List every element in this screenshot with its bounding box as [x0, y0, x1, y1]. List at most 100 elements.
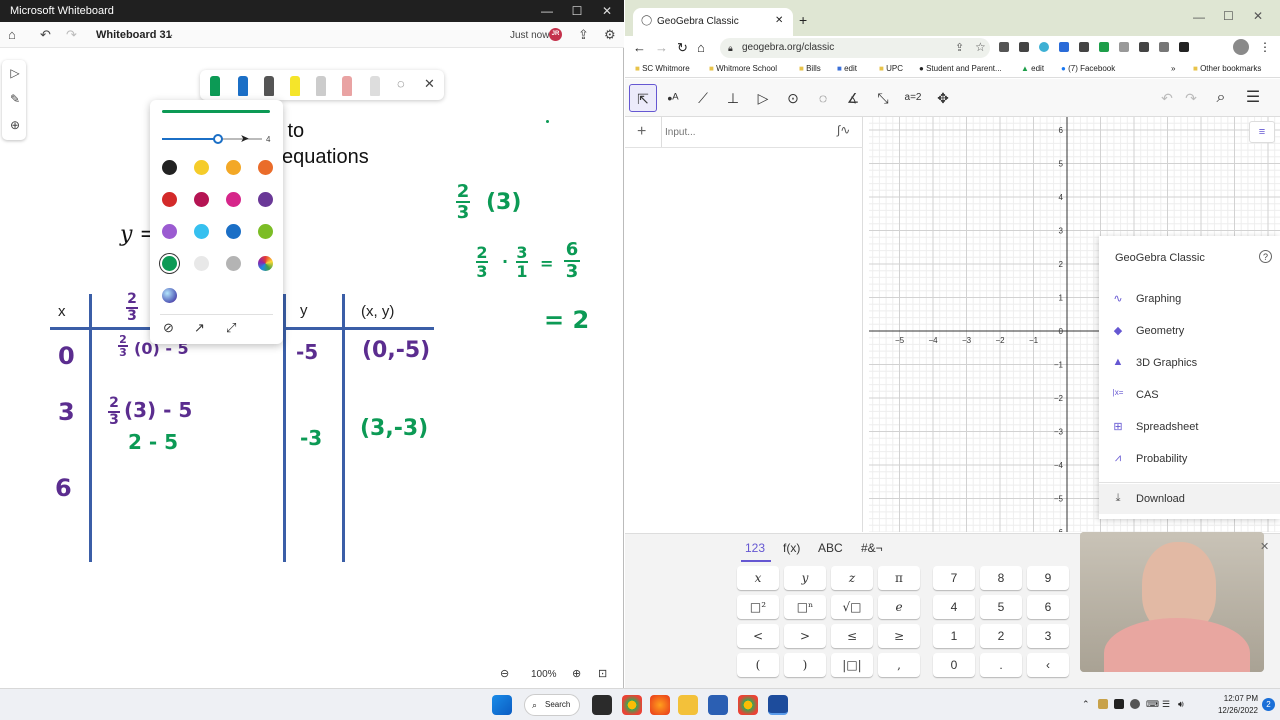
keyboard-icon[interactable]: ⌨ [1146, 699, 1159, 710]
bookmark-whitmore-school[interactable]: ■ Whitmore School [709, 64, 777, 73]
menu-item-probability[interactable]: ⩘ Probability [1099, 444, 1280, 474]
tray-icon[interactable]: ⌃ [1082, 699, 1090, 710]
key[interactable]: π [878, 566, 920, 590]
color-swatch[interactable] [258, 224, 273, 239]
keyboard-tab-fx[interactable]: f(x) [783, 541, 800, 555]
forward-icon[interactable]: → [655, 40, 668, 55]
redo-icon[interactable]: ↷ [66, 27, 77, 43]
color-swatch[interactable] [162, 288, 177, 303]
bookmark-student-parent[interactable]: ● Student and Parent... [919, 64, 1002, 73]
color-swatch[interactable] [226, 256, 241, 271]
pen-green-icon[interactable] [210, 76, 220, 96]
notification-badge[interactable]: 2 [1262, 698, 1275, 711]
key[interactable]: ≤ [831, 624, 873, 648]
undo-icon[interactable]: ↶ [40, 27, 51, 43]
no-arrow-icon[interactable]: ⊘ [163, 320, 174, 336]
close-icon[interactable]: ✕ [592, 2, 622, 20]
fit-icon[interactable]: ⊡ [598, 667, 607, 680]
share-icon[interactable]: ⇪ [955, 41, 964, 54]
bookmark-upc[interactable]: ■ UPC [879, 64, 903, 73]
move-tool-icon[interactable]: ⇱ [629, 84, 657, 112]
move-view-tool-icon[interactable]: ✥ [929, 84, 957, 112]
circle-tool-icon[interactable]: ⊙ [779, 84, 807, 112]
minimize-icon[interactable]: — [532, 2, 562, 20]
perpendicular-tool-icon[interactable]: ⊥ [719, 84, 747, 112]
extension-icon[interactable] [1099, 42, 1109, 52]
tray-icon[interactable] [1114, 699, 1124, 709]
taskbar-search[interactable]: ⌕ Search [524, 694, 580, 716]
ruler-icon[interactable] [370, 76, 380, 96]
bookmark-edit-2[interactable]: ▲ edit [1021, 64, 1044, 73]
key[interactable]: 3 [1027, 624, 1069, 648]
extension-icon[interactable] [1159, 42, 1169, 52]
chevron-down-icon[interactable]: ⌄ [166, 29, 174, 40]
minimize-icon[interactable]: — [1193, 10, 1205, 24]
key[interactable]: 5 [980, 595, 1022, 619]
volume-icon[interactable]: 🔊︎ [1178, 699, 1184, 710]
chrome-profile-icon[interactable] [738, 695, 758, 715]
pen-dark-icon[interactable] [264, 76, 274, 96]
extension-icon[interactable] [1059, 42, 1069, 52]
bookmark-sc-whitmore[interactable]: ■ SC Whitmore [635, 64, 690, 73]
color-swatch[interactable] [194, 256, 209, 271]
whiteboard-app-icon[interactable] [768, 695, 788, 715]
gear-icon[interactable]: ⚙ [604, 27, 616, 43]
color-swatch[interactable] [194, 224, 209, 239]
key[interactable]: y [784, 566, 826, 590]
tab-geogebra[interactable]: ◯ GeoGebra Classic ✕ [633, 8, 793, 36]
eraser-icon[interactable] [342, 76, 352, 96]
key[interactable]: 1 [933, 624, 975, 648]
arrow-end-icon[interactable]: ↗ [194, 320, 205, 336]
extension-icon[interactable] [1139, 42, 1149, 52]
kebab-menu-icon[interactable]: ⋮ [1259, 40, 1271, 54]
key[interactable]: . [980, 653, 1022, 677]
pen-blue-icon[interactable] [238, 76, 248, 96]
key[interactable]: 6 [1027, 595, 1069, 619]
zoom-in-icon[interactable]: ⊕ [572, 667, 581, 680]
bookmark-other[interactable]: ■ Other bookmarks [1193, 64, 1261, 73]
key[interactable]: > [784, 624, 826, 648]
color-swatch[interactable] [226, 160, 241, 175]
key[interactable]: ‹ [1027, 653, 1069, 677]
graphics-style-icon[interactable]: ≡ [1249, 121, 1275, 143]
close-tab-icon[interactable]: ✕ [775, 15, 783, 26]
color-swatch[interactable] [226, 192, 241, 207]
tray-icon[interactable] [1098, 699, 1108, 709]
home-icon[interactable]: ⌂ [697, 40, 705, 55]
hamburger-menu-icon[interactable]: ☰ [1239, 84, 1267, 112]
word-icon[interactable] [708, 695, 728, 715]
maximize-icon[interactable]: ☐ [562, 2, 592, 20]
firefox-icon[interactable] [650, 695, 670, 715]
circle3-tool-icon[interactable]: ◌ [809, 84, 837, 112]
pen-gray-icon[interactable] [316, 76, 326, 96]
redo-icon[interactable]: ↷ [1177, 84, 1205, 112]
bookmark-bills[interactable]: ■ Bills [799, 64, 821, 73]
pen-icon[interactable]: ✎ [8, 92, 22, 106]
key[interactable]: 7 [933, 566, 975, 590]
start-icon[interactable] [492, 695, 512, 715]
extension-icon[interactable] [1179, 42, 1189, 52]
algebra-input[interactable] [665, 123, 815, 141]
highlighter-icon[interactable] [290, 76, 300, 96]
close-icon[interactable]: ✕ [424, 76, 435, 92]
color-swatch[interactable] [162, 160, 177, 175]
color-swatch[interactable] [162, 192, 177, 207]
key[interactable]: x [737, 566, 779, 590]
color-swatch[interactable] [162, 224, 177, 239]
menu-item-graphing[interactable]: ∿ Graphing [1099, 284, 1280, 314]
key[interactable]: 2 [980, 624, 1022, 648]
key[interactable]: 4 [933, 595, 975, 619]
extension-icon[interactable] [999, 42, 1009, 52]
key[interactable]: e [878, 595, 920, 619]
key[interactable]: , [878, 653, 920, 677]
color-swatch[interactable] [194, 160, 209, 175]
chrome-icon[interactable] [622, 695, 642, 715]
bookmarks-overflow[interactable]: » [1171, 64, 1175, 73]
key[interactable]: □ⁿ [784, 595, 826, 619]
avatar[interactable]: JR [549, 28, 562, 41]
file-explorer-icon[interactable] [678, 695, 698, 715]
graph-style-icon[interactable]: ∫∿ [837, 123, 850, 137]
menu-item-spreadsheet[interactable]: ⊞ Spreadsheet [1099, 412, 1280, 442]
close-keyboard-icon[interactable]: ✕ [1260, 540, 1269, 553]
share-icon[interactable]: ⇪ [578, 27, 589, 43]
